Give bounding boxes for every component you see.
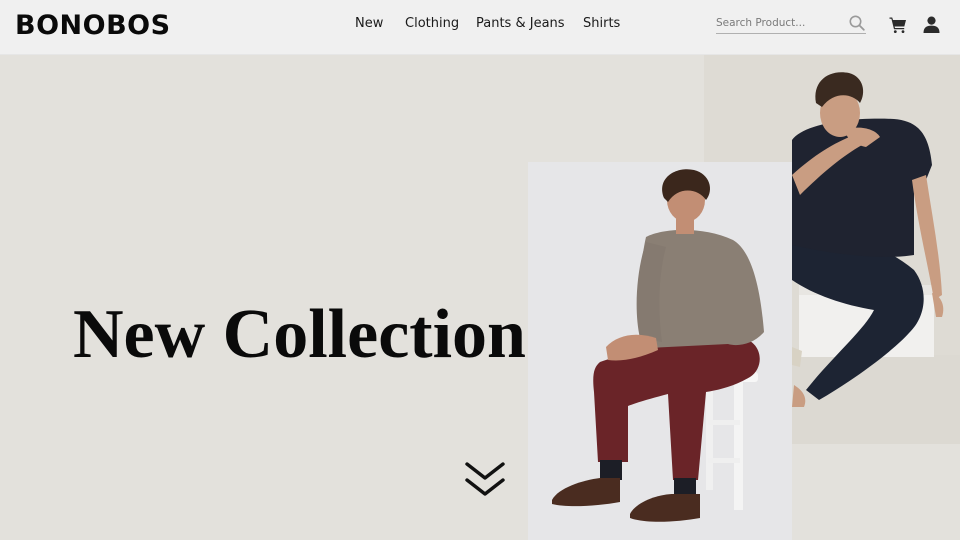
double-chevron-down-icon[interactable] — [463, 460, 507, 502]
user-icon[interactable] — [923, 16, 940, 33]
hero-image-grey-sweater[interactable] — [528, 162, 792, 540]
search-icon[interactable] — [849, 15, 865, 31]
search-box — [716, 12, 866, 34]
hero-image-grey-sweater-art — [528, 162, 792, 540]
nav-item-pants-jeans[interactable]: Pants & Jeans — [476, 16, 565, 31]
cart-icon[interactable] — [889, 16, 907, 34]
hero-title: New Collection — [73, 296, 526, 373]
nav-item-clothing[interactable]: Clothing — [405, 16, 459, 31]
nav-item-new[interactable]: New — [355, 16, 383, 31]
nav-item-shirts[interactable]: Shirts — [583, 16, 620, 31]
hero-section: New Collection — [0, 55, 960, 540]
search-input[interactable] — [716, 15, 844, 31]
site-header: BONOBOS New Clothing Pants & Jeans Shirt… — [0, 0, 960, 55]
brand-logo[interactable]: BONOBOS — [15, 9, 171, 43]
